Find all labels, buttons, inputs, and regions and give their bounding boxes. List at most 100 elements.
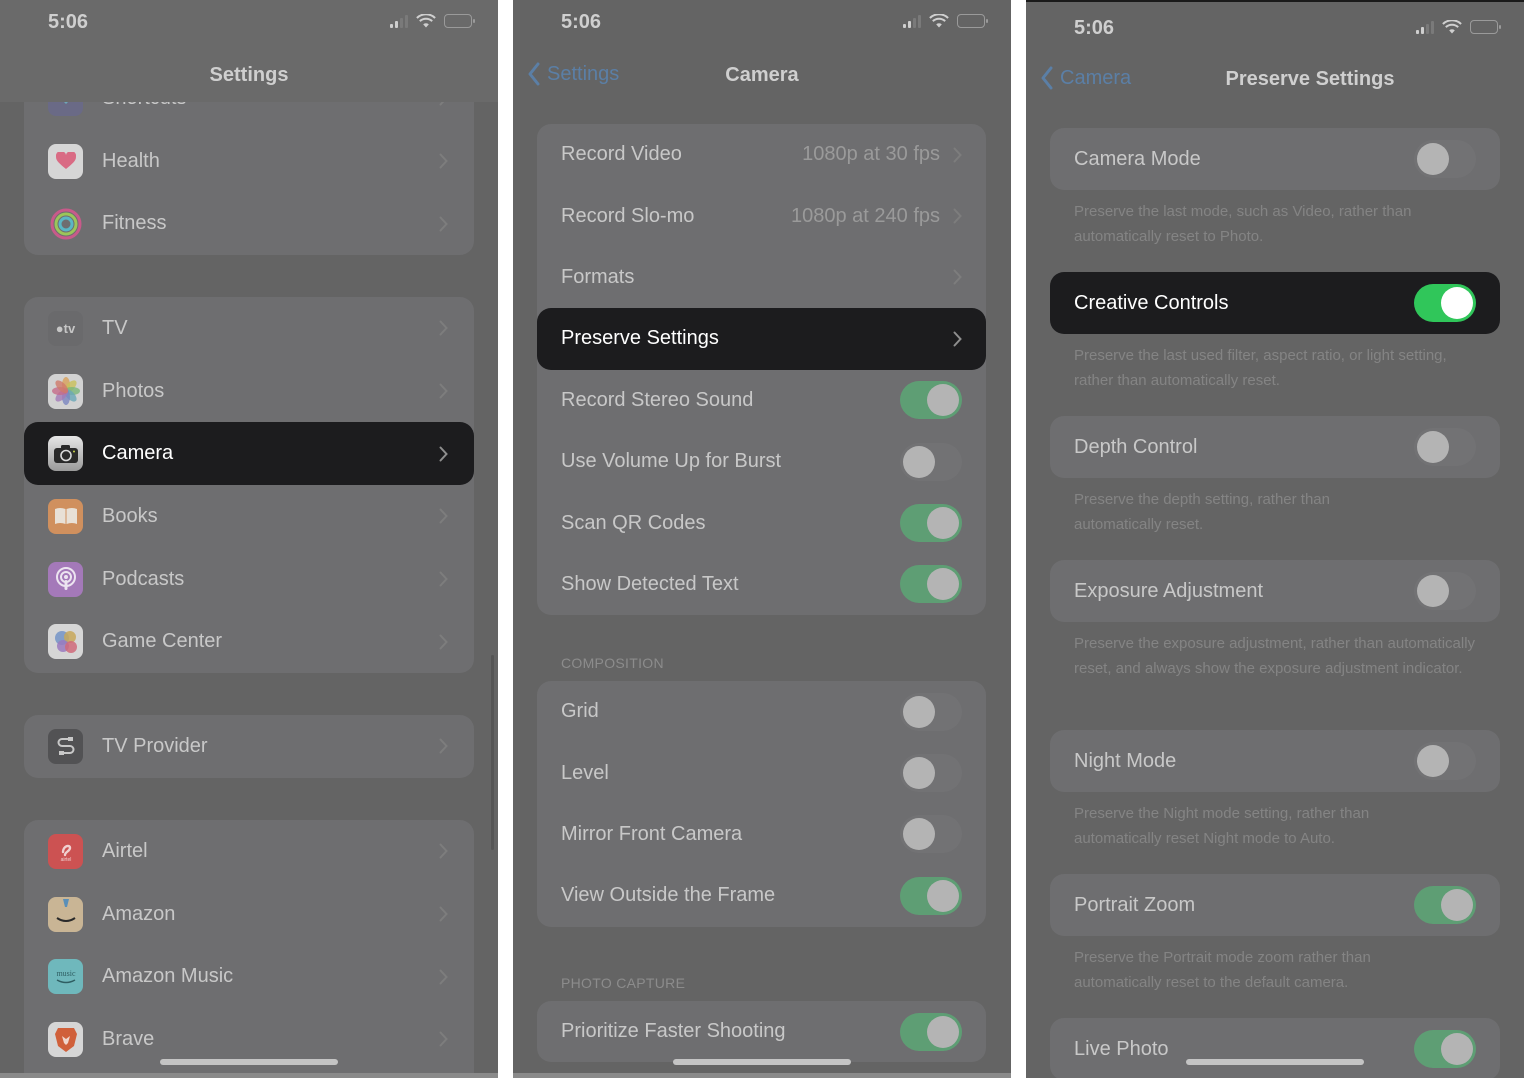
mirror-front-camera-toggle[interactable] [900, 815, 962, 854]
camera-settings-screen: 5:06 Settings Camera Record Video 1080p … [513, 0, 1011, 1078]
row-label: Formats [561, 265, 635, 288]
row-label: Mirror Front Camera [561, 822, 743, 845]
level-toggle[interactable] [900, 754, 962, 793]
status-time: 5:06 [48, 11, 89, 33]
view-outside-frame-row: View Outside the Frame [537, 865, 986, 926]
row-label: Live Photo [1074, 1037, 1169, 1060]
row-label: Camera Mode [1074, 147, 1201, 170]
record-video-row[interactable]: Record Video 1080p at 30 fps [537, 124, 986, 185]
status-icons [1416, 20, 1501, 34]
settings-row-books[interactable]: Books [24, 485, 474, 548]
brave-lion-icon [48, 1021, 83, 1057]
preserve-settings-screen: 5:06 Camera Preserve Settings Camera Mod… [1026, 0, 1524, 1078]
view-outside-frame-toggle[interactable] [900, 876, 962, 915]
page-title: Settings [209, 64, 289, 86]
creative-controls-row: Creative Controls [1050, 272, 1500, 334]
scan-qr-codes-toggle[interactable] [900, 504, 962, 543]
live-photo-toggle[interactable] [1414, 1030, 1476, 1068]
row-label: Preserve Settings [561, 327, 719, 350]
cellular-signal-icon [903, 14, 921, 28]
photo-capture-section-header: PHOTO CAPTURE [561, 975, 686, 991]
chevron-right-icon [953, 269, 962, 285]
record-slo-mo-row[interactable]: Record Slo-mo 1080p at 240 fps [537, 185, 986, 246]
home-indicator[interactable] [160, 1059, 338, 1065]
wifi-icon [1442, 20, 1462, 34]
fitness-rings-icon [48, 206, 83, 241]
settings-row-airtel[interactable]: airtel Airtel [24, 820, 474, 883]
camera-mode-toggle[interactable] [1414, 140, 1476, 178]
settings-row-amazon-music[interactable]: music Amazon Music [24, 945, 474, 1008]
status-bar: 5:06 [0, 0, 498, 50]
record-stereo-sound-toggle[interactable] [900, 381, 962, 420]
settings-group-media: ●tv TV Photos Camera Books Podcasts Game… [24, 297, 474, 674]
game-center-icon [48, 624, 83, 660]
page-title: Preserve Settings [1225, 68, 1395, 90]
status-icons [903, 14, 988, 28]
portrait-zoom-row: Portrait Zoom [1050, 874, 1500, 936]
creative-controls-toggle[interactable] [1414, 284, 1476, 322]
live-photo-row: Live Photo [1050, 1018, 1500, 1078]
panel-divider [0, 1073, 498, 1078]
settings-row-photos[interactable]: Photos [24, 360, 474, 423]
chevron-right-icon [439, 843, 448, 859]
chevron-right-icon [439, 153, 448, 169]
chevron-right-icon [439, 906, 448, 922]
setting-description: Preserve the last used filter, aspect ra… [1074, 347, 1447, 389]
apple-tv-icon: ●tv [48, 310, 83, 346]
books-icon [48, 498, 83, 534]
chevron-left-icon [1041, 66, 1053, 90]
settings-row-label: Game Center [102, 630, 223, 653]
row-label: Record Video [561, 143, 682, 166]
formats-row[interactable]: Formats [537, 247, 986, 308]
navigation-bar: Camera Preserve Settings [1026, 54, 1524, 106]
settings-group-tv-provider: TV Provider [24, 715, 474, 778]
scrollbar[interactable] [491, 655, 494, 850]
settings-row-fitness[interactable]: Fitness [24, 192, 474, 255]
setting-description: Preserve the exposure adjustment, rather… [1074, 635, 1476, 677]
settings-row-game-center[interactable]: Game Center [24, 610, 474, 673]
wifi-icon [929, 14, 949, 28]
chevron-right-icon [953, 331, 962, 347]
settings-row-camera[interactable]: Camera [24, 422, 474, 486]
row-value: 1080p at 30 fps [802, 143, 940, 166]
chevron-right-icon [439, 320, 448, 336]
settings-row-podcasts[interactable]: Podcasts [24, 548, 474, 611]
settings-row-amazon[interactable]: Amazon [24, 883, 474, 946]
depth-control-setting: Depth Control Preserve the depth setting… [1050, 416, 1500, 537]
grid-toggle[interactable] [900, 692, 962, 731]
cellular-signal-icon [1416, 20, 1434, 34]
exposure-adjustment-toggle[interactable] [1414, 572, 1476, 610]
setting-description: Preserve the depth setting, rather than … [1074, 491, 1330, 533]
depth-control-row: Depth Control [1050, 416, 1500, 478]
volume-up-burst-toggle[interactable] [900, 442, 962, 481]
depth-control-toggle[interactable] [1414, 428, 1476, 466]
settings-row-label: Fitness [102, 212, 167, 235]
page-title: Camera [725, 64, 799, 86]
settings-group-third-party-apps: airtel Airtel Amazon music Amazon Music … [24, 820, 474, 1078]
row-label: Grid [561, 700, 599, 723]
mirror-front-camera-row: Mirror Front Camera [537, 804, 986, 865]
settings-row-tv[interactable]: ●tv TV [24, 297, 474, 360]
settings-row-tv-provider[interactable]: TV Provider [24, 715, 474, 778]
row-label: Prioritize Faster Shooting [561, 1020, 786, 1043]
portrait-zoom-toggle[interactable] [1414, 886, 1476, 924]
settings-row-health[interactable]: Health [24, 130, 474, 193]
prioritize-faster-shooting-toggle[interactable] [900, 1012, 962, 1051]
cellular-signal-icon [390, 14, 408, 28]
home-indicator[interactable] [673, 1059, 851, 1065]
exposure-adjustment-setting: Exposure Adjustment Preserve the exposur… [1050, 560, 1500, 681]
navigation-bar: Settings [0, 50, 498, 102]
battery-icon [957, 14, 988, 28]
night-mode-toggle[interactable] [1414, 742, 1476, 780]
settings-row-label: Camera [102, 442, 174, 465]
tv-provider-icon [48, 728, 83, 764]
row-label: Level [561, 761, 609, 784]
home-indicator[interactable] [1186, 1059, 1364, 1065]
status-icons [390, 14, 475, 28]
row-label: Night Mode [1074, 749, 1177, 772]
show-detected-text-toggle[interactable] [900, 565, 962, 604]
chevron-right-icon [439, 738, 448, 754]
row-value: 1080p at 240 fps [790, 204, 940, 227]
airtel-icon: airtel [48, 833, 83, 869]
preserve-settings-row[interactable]: Preserve Settings [537, 308, 986, 370]
